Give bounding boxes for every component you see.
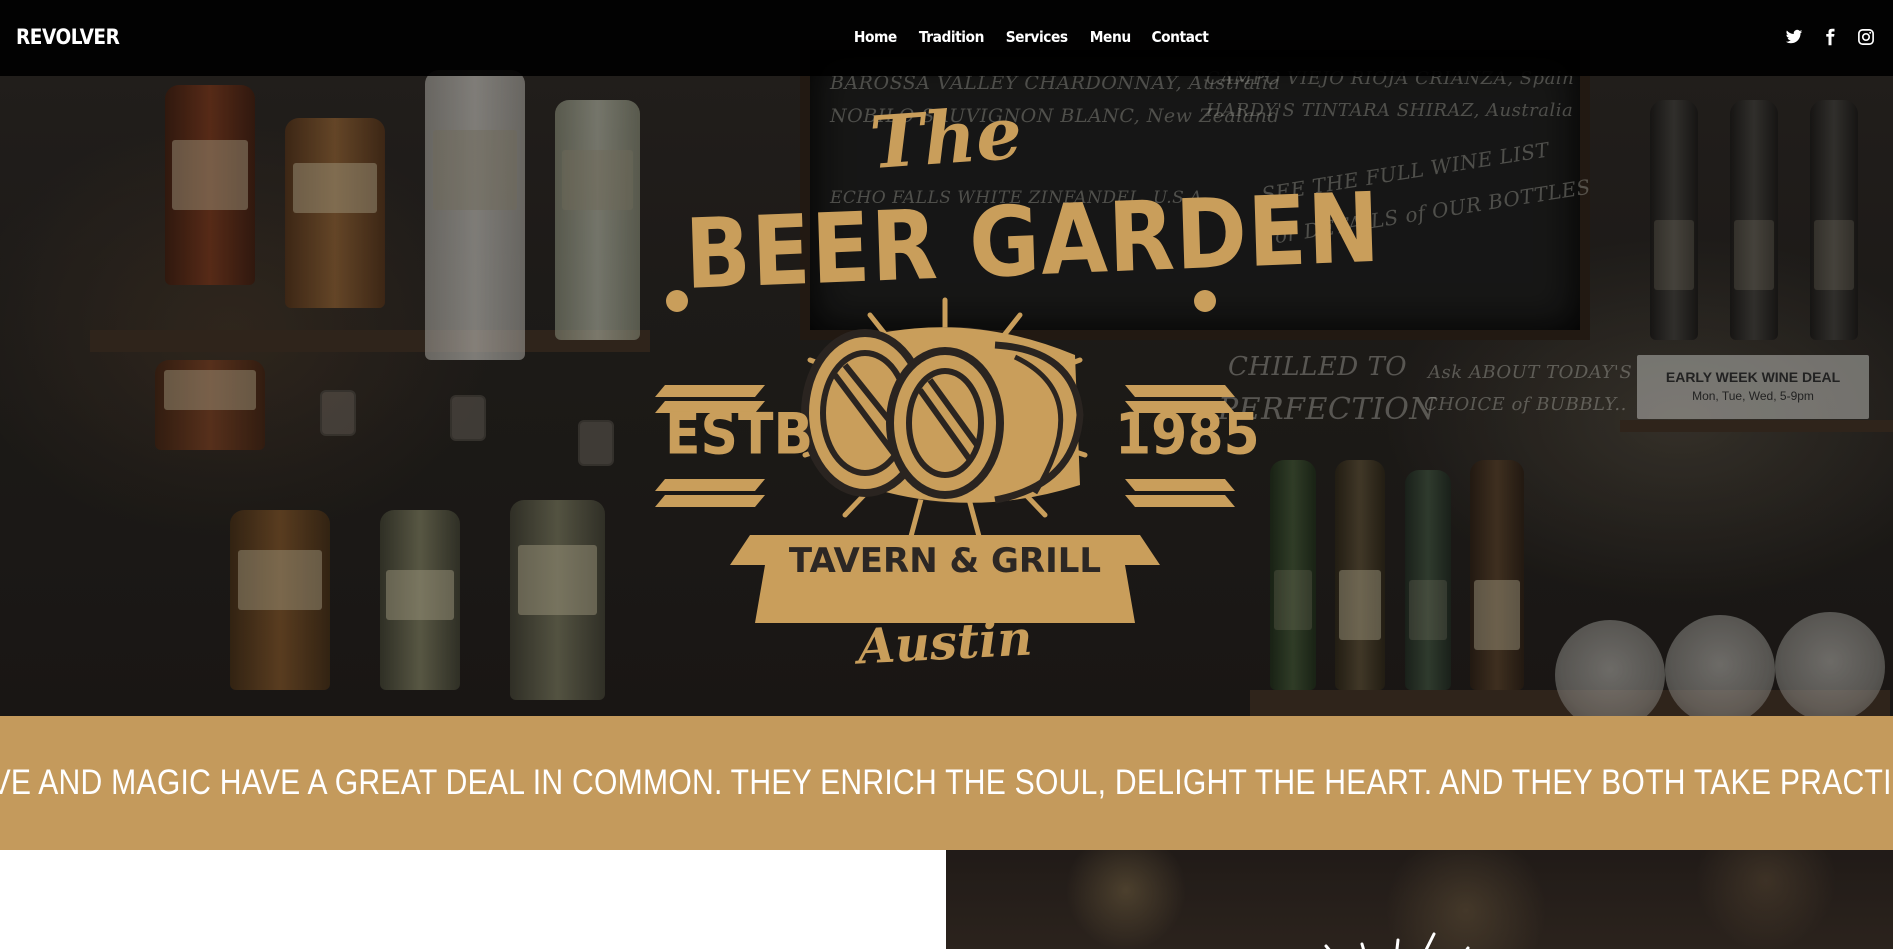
nav-home[interactable]: Home [854,28,897,46]
nav-contact[interactable]: Contact [1152,28,1209,46]
about-image-panel [946,850,1893,949]
logo-year: 1985 [1115,402,1260,468]
about-text-panel [0,850,946,949]
nav-tradition[interactable]: Tradition [919,28,985,46]
logo-title: BEER GARDEN [683,172,1383,312]
hero-section: BAROSSA VALLEY CHARDONNAY, Australia NOB… [0,0,1893,716]
sunburst-icon [1324,932,1470,949]
quote-text: "LOVE AND MAGIC HAVE A GREAT DEAL IN COM… [0,763,1893,802]
top-navbar: REVOLVER Home Tradition Services Menu Co… [0,0,1893,76]
logo-estb: ESTB [665,402,814,468]
logo-city: Austin [856,610,1034,676]
brand-logo[interactable]: REVOLVER [16,25,120,49]
logo-banner-text: TAVERN & GRILL [788,541,1102,581]
twitter-icon[interactable] [1785,28,1803,46]
instagram-icon[interactable] [1857,28,1875,46]
social-links [1785,28,1875,46]
nav-services[interactable]: Services [1006,28,1068,46]
beer-garden-logo: The BEER GARDEN ESTB 1985 TAVERN & GRILL… [655,90,1383,685]
quote-section: "LOVE AND MAGIC HAVE A GREAT DEAL IN COM… [0,716,1893,850]
main-nav: Home Tradition Services Menu Contact [852,28,1211,46]
nav-menu[interactable]: Menu [1090,28,1131,46]
facebook-icon[interactable] [1821,28,1839,46]
logo-the: The [867,89,1025,186]
